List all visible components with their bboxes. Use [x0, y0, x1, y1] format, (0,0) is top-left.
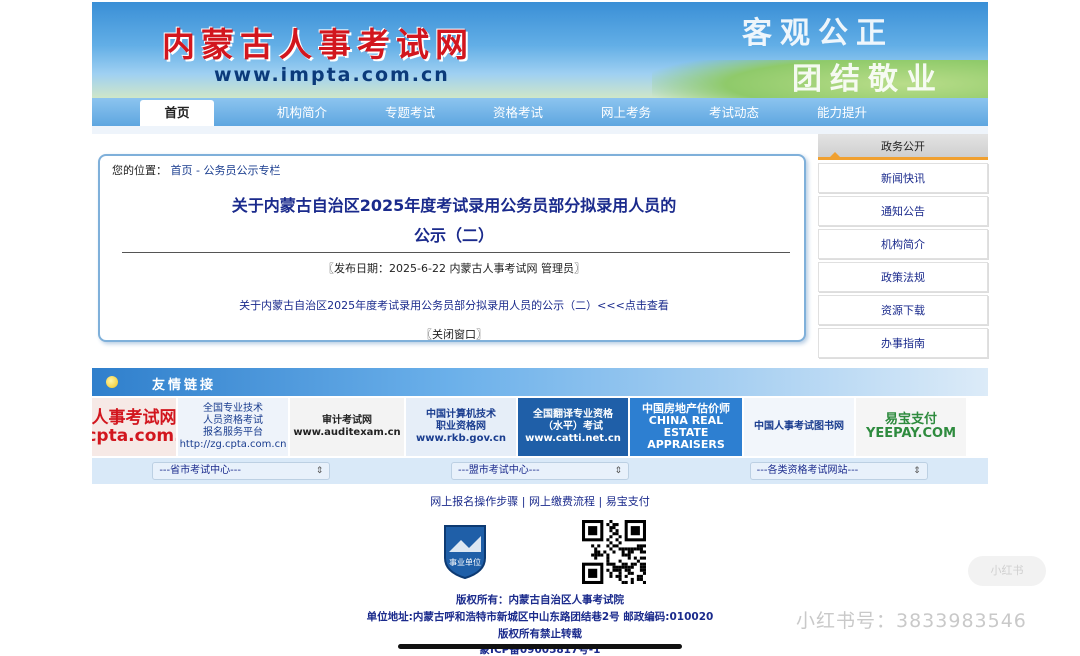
nav-tab-about[interactable]: 机构简介 [248, 100, 356, 126]
logo-catti[interactable]: 全国翻译专业资格 （水平）考试 www.catti.net.cn [518, 398, 628, 456]
side-menu-item-about[interactable]: 机构简介 [818, 229, 988, 259]
site-title[interactable]: 内蒙古人事考试网 [162, 18, 474, 66]
select-value: ---省市考试中心--- [159, 465, 241, 476]
home-indicator[interactable] [398, 644, 682, 649]
friend-links-bar: 友情链接 [92, 368, 988, 396]
logo-audit-exam[interactable]: 审计考试网 www.auditexam.cn [290, 398, 404, 456]
badge-label: 事业单位 [449, 557, 481, 567]
watermark-text: 小红书号：3833983546 [796, 610, 1027, 632]
banner-motto-1: 客观公正 [742, 16, 894, 51]
logo-cpta[interactable]: 人事考试网 w.cpta.com.cn [92, 398, 176, 456]
side-menu-item-downloads[interactable]: 资源下载 [818, 295, 988, 325]
footer-link-registration-steps[interactable]: 网上报名操作步骤 [430, 495, 518, 508]
article-panel: 您的位置： 首页 - 公务员公示专栏 关于内蒙古自治区2025年度考试录用公务员… [98, 154, 806, 342]
side-menu: 政务公开 新闻快讯 通知公告 机构简介 政策法规 资源下载 办事指南 [818, 134, 988, 358]
province-exam-center-select[interactable]: ---省市考试中心--- ⇕ [152, 462, 331, 480]
select-value: ---各类资格考试网站--- [756, 465, 859, 476]
footer-link-separator: | [518, 495, 529, 508]
nav-tab-skills[interactable]: 能力提升 [788, 100, 896, 126]
chevron-updown-icon: ⇕ [315, 466, 324, 476]
nav-tab-home[interactable]: 首页 [140, 100, 214, 126]
chevron-updown-icon: ⇕ [614, 466, 622, 476]
article-title-line-1: 关于内蒙古自治区2025年度考试录用公务员部分拟录用人员的 [231, 196, 677, 215]
watermark-logo: 小红书 [968, 556, 1046, 586]
breadcrumb: 您的位置： 首页 - 公务员公示专栏 [112, 162, 280, 178]
nav-tab-special-exams[interactable]: 专题考试 [356, 100, 464, 126]
bullet-icon [106, 376, 118, 388]
close-window-link[interactable]: 〖关闭窗口〗 [100, 326, 808, 342]
side-menu-header-label: 政务公开 [881, 140, 925, 153]
friend-links-title: 友情链接 [152, 378, 217, 393]
side-menu-item-news[interactable]: 新闻快讯 [818, 163, 988, 193]
site-banner: 内蒙古人事考试网 www.impta.com.cn 客观公正 团结敬业 [92, 2, 988, 98]
site-url: www.impta.com.cn [214, 64, 450, 86]
breadcrumb-section-link[interactable]: 公务员公示专栏 [203, 164, 280, 177]
footer-link-yeepay[interactable]: 易宝支付 [606, 495, 650, 508]
page: 内蒙古人事考试网 www.impta.com.cn 客观公正 团结敬业 首页 机… [0, 0, 1080, 656]
logo-zg-cpta[interactable]: 全国专业技术 人员资格考试 报名服务平台 http://zg.cpta.com.… [178, 398, 288, 456]
nav-tab-qualification-exams[interactable]: 资格考试 [464, 100, 572, 126]
banner-motto-2: 团结敬业 [792, 62, 944, 97]
chevron-updown-icon: ⇕ [913, 466, 921, 476]
footer-links: 网上报名操作步骤 | 网上缴费流程 | 易宝支付 [0, 493, 1080, 509]
select-value: ---盟市考试中心--- [457, 465, 540, 476]
main-nav: 首页 机构简介 专题考试 资格考试 网上考务 考试动态 能力提升 [92, 98, 988, 126]
article-meta: 〖发布日期：2025-6-22 内蒙古人事考试网 管理员〗 [323, 262, 585, 275]
nav-tab-exam-news[interactable]: 考试动态 [680, 100, 788, 126]
logo-exam-books[interactable]: 中国人事考试图书网 [744, 398, 854, 456]
article-title-line-2: 公示（二） [413, 226, 494, 245]
friend-links-logos: 人事考试网 w.cpta.com.cn 全国专业技术 人员资格考试 报名服务平台… [92, 398, 988, 456]
nav-strip [92, 126, 988, 134]
side-menu-item-policies[interactable]: 政策法规 [818, 262, 988, 292]
logo-yeepay[interactable]: 易宝支付 YEEPAY.COM [856, 398, 966, 456]
logo-real-estate-appraisers[interactable]: 中国房地产估价师 CHINA REAL ESTATE APPRAISERS [630, 398, 742, 456]
nav-tab-online-affairs[interactable]: 网上考务 [572, 100, 680, 126]
qr-code [582, 520, 646, 584]
side-menu-item-guide[interactable]: 办事指南 [818, 328, 988, 358]
public-institution-badge[interactable]: 事业单位 [441, 522, 489, 580]
side-menu-item-notices[interactable]: 通知公告 [818, 196, 988, 226]
league-city-exam-center-select[interactable]: ---盟市考试中心--- ⇕ [450, 462, 629, 480]
footer-link-payment-flow[interactable]: 网上缴费流程 [529, 495, 595, 508]
breadcrumb-prefix: 您的位置： [112, 164, 167, 177]
side-menu-header: 政务公开 [818, 134, 988, 160]
footer-link-separator: | [595, 495, 606, 508]
qualification-exam-sites-select[interactable]: ---各类资格考试网站--- ⇕ [749, 462, 928, 480]
caret-up-icon [830, 152, 840, 157]
breadcrumb-home-link[interactable]: 首页 [171, 164, 193, 177]
article-attachment-link[interactable]: 关于内蒙古自治区2025年度考试录用公务员部分拟录用人员的公示（二）<<<点击查… [100, 297, 808, 313]
logo-rkb[interactable]: 中国计算机技术 职业资格网 www.rkb.gov.cn [406, 398, 516, 456]
site-selectors: ---省市考试中心--- ⇕ ---盟市考试中心--- ⇕ ---各类资格考试网站-… [92, 458, 988, 484]
title-divider [122, 252, 790, 253]
footer-copyright: 版权所有：内蒙古自治区人事考试院 [456, 594, 624, 606]
